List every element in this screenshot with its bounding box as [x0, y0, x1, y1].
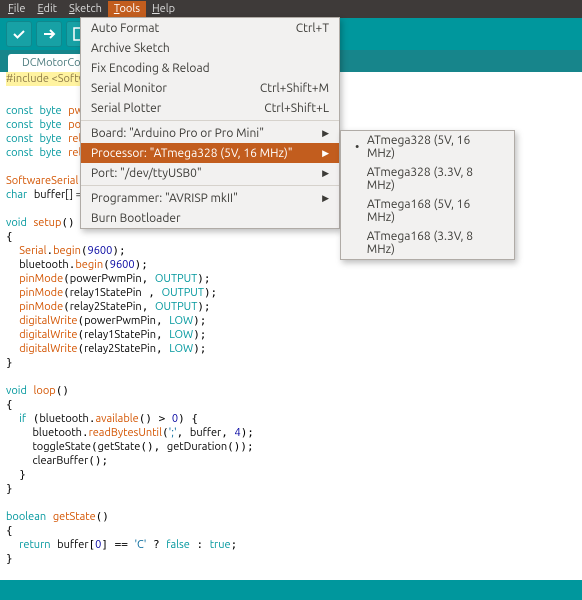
menubar: File Edit Sketch Tools Help [0, 0, 582, 18]
menu-auto-format[interactable]: Auto FormatCtrl+T [81, 18, 339, 38]
menu-archive-sketch[interactable]: Archive Sketch [81, 38, 339, 58]
chevron-right-icon: ▶ [322, 168, 329, 179]
processor-option-atmega168-5v[interactable]: ATmega168 (5V, 16 MHz) [341, 195, 514, 227]
menu-separator [81, 185, 339, 186]
menu-processor[interactable]: Processor: "ATmega328 (5V, 16 MHz)"▶ [81, 143, 339, 163]
status-bar [0, 580, 582, 600]
include-line: #include <Softwar [6, 72, 84, 86]
processor-submenu: •ATmega328 (5V, 16 MHz) ATmega328 (3.3V,… [340, 130, 515, 260]
chevron-right-icon: ▶ [322, 193, 329, 204]
menu-edit[interactable]: Edit [31, 1, 63, 17]
menu-board[interactable]: Board: "Arduino Pro or Pro Mini"▶ [81, 123, 339, 143]
menu-separator [81, 120, 339, 121]
menu-serial-plotter[interactable]: Serial PlotterCtrl+Shift+L [81, 98, 339, 118]
menu-serial-monitor[interactable]: Serial MonitorCtrl+Shift+M [81, 78, 339, 98]
menu-help[interactable]: Help [146, 1, 181, 17]
verify-button[interactable] [6, 21, 32, 47]
processor-option-atmega328-5v[interactable]: •ATmega328 (5V, 16 MHz) [341, 131, 514, 163]
menu-file[interactable]: File [2, 1, 31, 17]
menu-sketch[interactable]: Sketch [63, 1, 108, 17]
upload-button[interactable] [36, 21, 62, 47]
menu-fix-encoding[interactable]: Fix Encoding & Reload [81, 58, 339, 78]
radio-selected-icon: • [355, 141, 363, 154]
menu-burn-bootloader[interactable]: Burn Bootloader [81, 208, 339, 228]
menu-programmer[interactable]: Programmer: "AVRISP mkII"▶ [81, 188, 339, 208]
menu-tools[interactable]: Tools [108, 1, 146, 17]
tools-dropdown: Auto FormatCtrl+T Archive Sketch Fix Enc… [80, 17, 340, 229]
processor-option-atmega168-3v[interactable]: ATmega168 (3.3V, 8 MHz) [341, 227, 514, 259]
chevron-right-icon: ▶ [322, 148, 329, 159]
chevron-right-icon: ▶ [322, 128, 329, 139]
processor-option-atmega328-3v[interactable]: ATmega328 (3.3V, 8 MHz) [341, 163, 514, 195]
menu-port[interactable]: Port: "/dev/ttyUSB0"▶ [81, 163, 339, 183]
